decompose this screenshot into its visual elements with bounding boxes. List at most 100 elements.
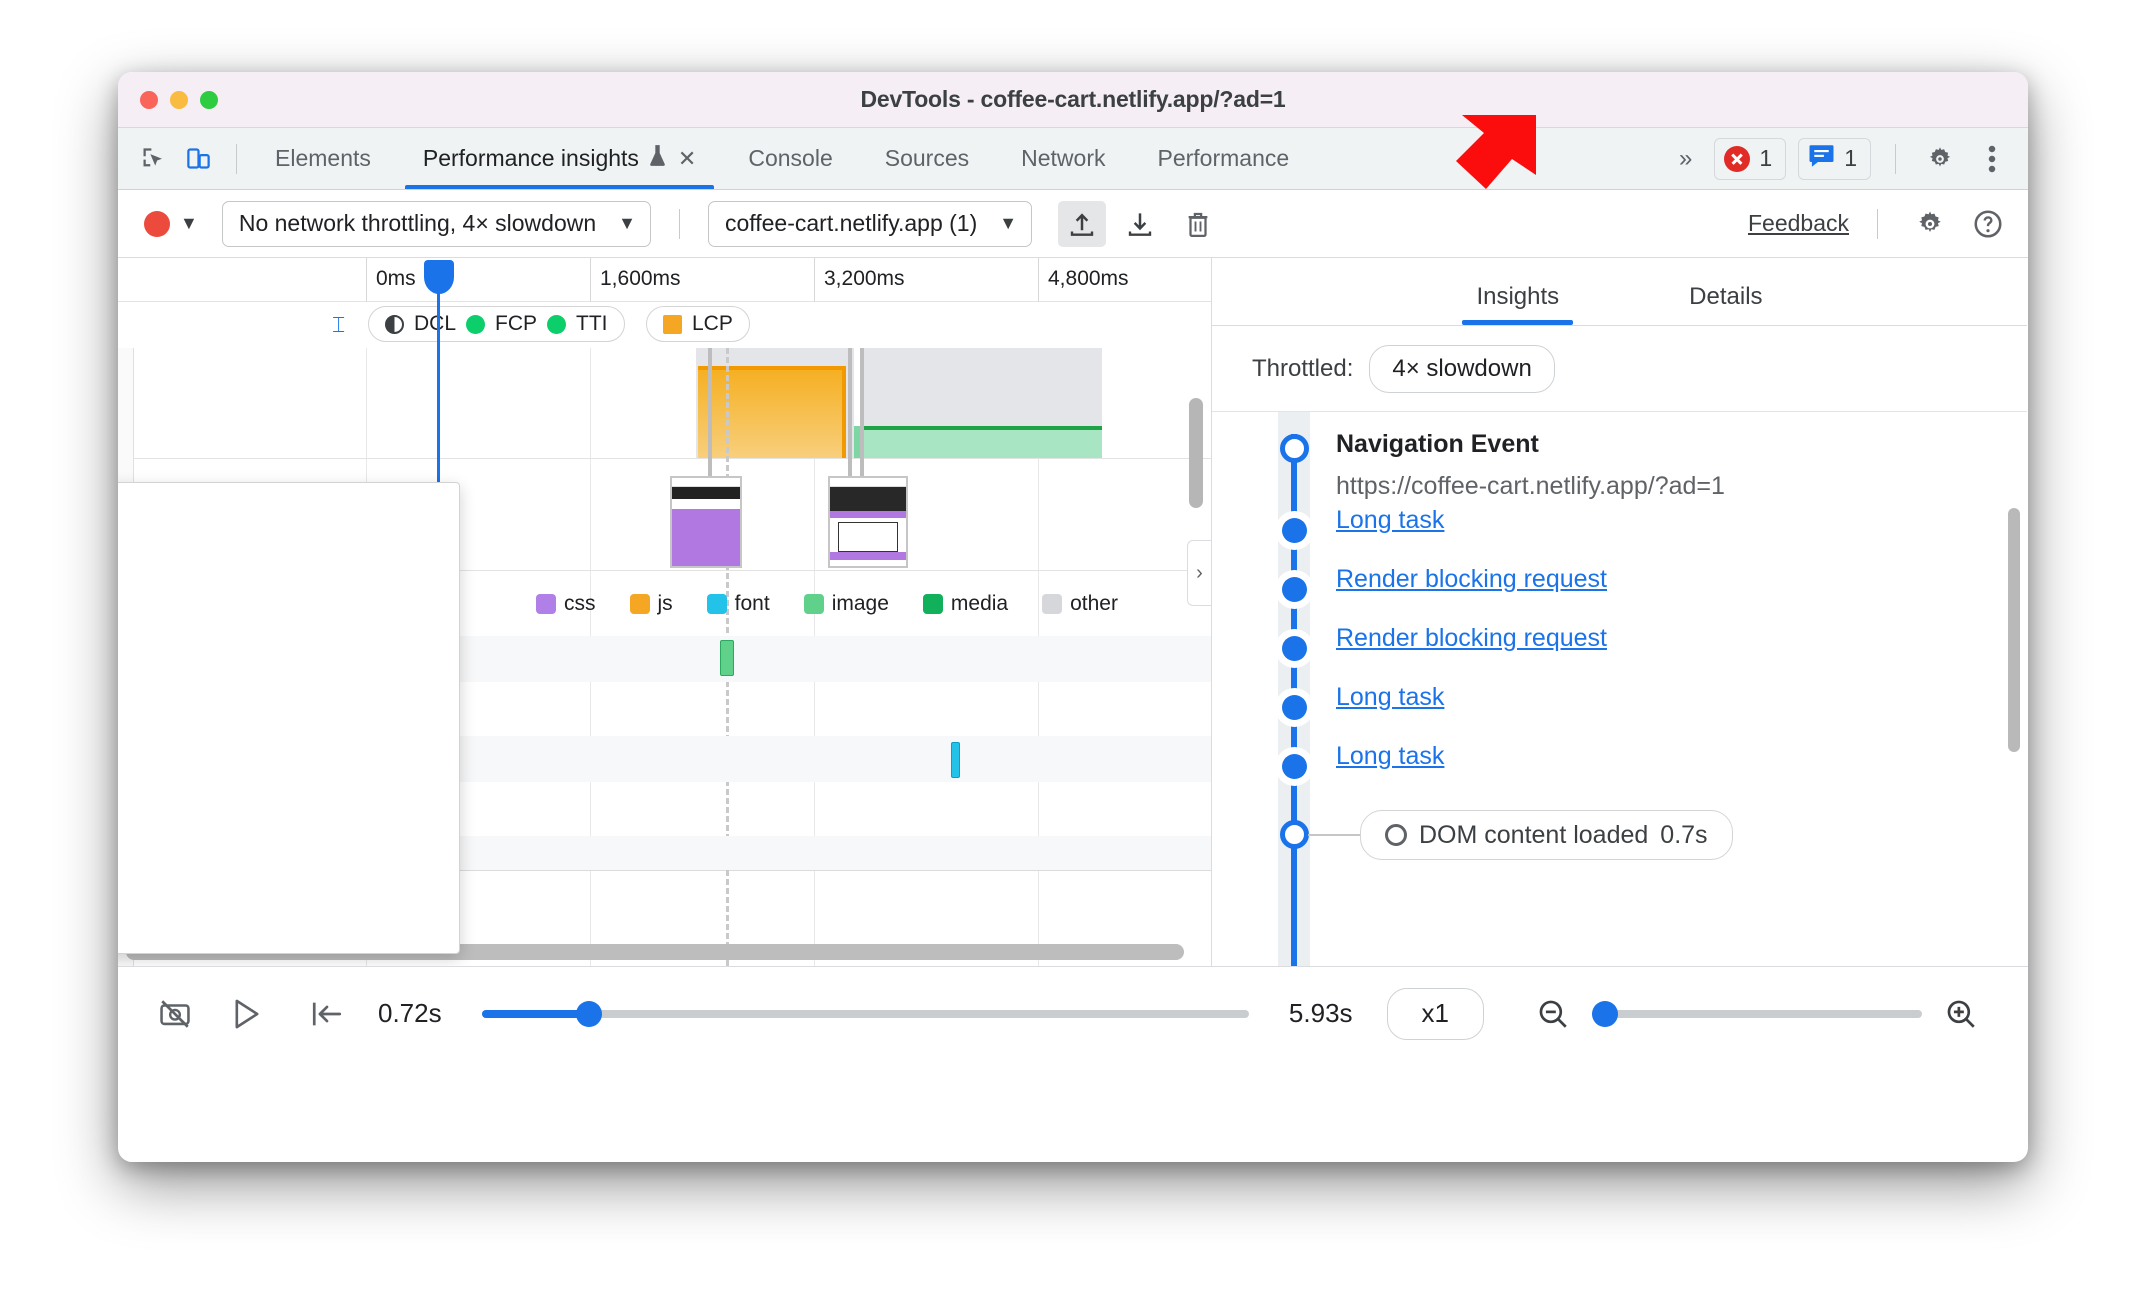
kebab-menu-icon[interactable] (1972, 139, 2012, 179)
insight-node-icon[interactable] (1282, 695, 1307, 720)
navigation-node-icon[interactable] (1280, 434, 1309, 463)
filmstrip-thumbnail[interactable] (670, 476, 742, 568)
ruler-tick: 0ms (366, 258, 590, 302)
tab-list: Elements Performance insights ✕ Console … (249, 128, 1315, 189)
sidebar-tab-list: Insights Details (1212, 258, 2027, 326)
time-range-slider[interactable] (481, 1000, 1249, 1027)
message-count-badge[interactable]: 1 (1798, 137, 1871, 180)
error-count-badge[interactable]: 1 (1714, 137, 1787, 180)
ruler-tick: 4,800ms (1038, 258, 1198, 302)
slider-knob[interactable] (575, 1000, 602, 1027)
playback-speed-chip[interactable]: x1 (1386, 987, 1484, 1040)
tab-details-label: Details (1689, 283, 1763, 310)
play-triangle-icon[interactable] (204, 998, 290, 1030)
traffic-light-group (140, 90, 218, 109)
legend-item-js: js (629, 592, 673, 616)
insight-link-long-task-1[interactable]: Long task (1336, 506, 1444, 535)
lcp-candidate-block[interactable] (698, 366, 846, 458)
marker-group-lcp[interactable]: LCP (646, 306, 750, 342)
performance-toolbar: ▼ No network throttling, 4× slowdown ▼ c… (118, 190, 2028, 258)
legend-label-other: other (1070, 592, 1118, 615)
slider-fill (481, 1009, 586, 1018)
marker-group-dcl-fcp-tti[interactable]: DCL FCP TTI (368, 306, 625, 342)
navigation-event-title: Navigation Event (1336, 430, 1539, 458)
origin-select-value: coffee-cart.netlify.app (1) (724, 210, 978, 236)
download-export-icon[interactable] (1116, 201, 1164, 247)
trash-icon[interactable] (1174, 201, 1222, 247)
image-swatch-icon (803, 594, 824, 614)
filmstrip-thumbnail[interactable] (828, 476, 908, 568)
chip-connector (1308, 834, 1362, 836)
toolbar-divider-1 (678, 208, 680, 239)
zoom-slider[interactable] (1592, 1000, 1922, 1027)
maximize-window-button[interactable] (200, 90, 218, 109)
insight-link-render-blocking-1[interactable]: Render blocking request (1336, 565, 1607, 594)
insight-node-icon[interactable] (1282, 577, 1307, 602)
tab-insights[interactable]: Insights (1462, 283, 1573, 325)
tab-network-label: Network (1021, 145, 1106, 171)
zoom-in-icon[interactable] (1922, 997, 2000, 1031)
legend-label-image: image (831, 592, 889, 615)
screenshot-off-icon[interactable] (146, 997, 204, 1031)
insight-node-icon[interactable] (1282, 754, 1307, 779)
marker-label-fcp: FCP (495, 312, 538, 335)
tab-performance-insights[interactable]: Performance insights ✕ (397, 128, 722, 189)
tab-details[interactable]: Details (1689, 283, 1762, 325)
jump-to-start-icon[interactable] (290, 999, 364, 1029)
insight-link-long-task-2[interactable]: Long task (1336, 683, 1444, 712)
network-request-bar-font[interactable] (951, 742, 960, 778)
marker-label-lcp: LCP (692, 312, 733, 335)
dcl-half-circle-icon (385, 314, 404, 334)
inspect-element-icon[interactable] (132, 139, 172, 179)
main-split: 0ms 1,600ms 3,200ms 4,800ms ⌶ DCL FCP TT… (118, 258, 2028, 966)
record-circle-icon[interactable] (144, 210, 170, 237)
dom-content-loaded-label: DOM content loaded (1419, 820, 1649, 849)
tab-network[interactable]: Network (995, 128, 1131, 189)
zoom-slider-knob[interactable] (1592, 1000, 1618, 1027)
chevron-double-right-icon[interactable]: » (1669, 145, 1702, 173)
timeline-pane[interactable]: 0ms 1,600ms 3,200ms 4,800ms ⌶ DCL FCP TT… (118, 258, 1212, 966)
tab-sources[interactable]: Sources (859, 128, 995, 189)
font-swatch-icon (706, 594, 727, 614)
network-request-bar-image[interactable] (720, 640, 734, 676)
close-icon[interactable]: ✕ (678, 146, 696, 172)
insight-link-render-blocking-2[interactable]: Render blocking request (1336, 624, 1607, 653)
gear-icon[interactable] (1906, 201, 1954, 247)
minimize-window-button[interactable] (170, 90, 188, 109)
sidebar-scrollbar[interactable] (2008, 508, 2020, 752)
legend-label-js: js (657, 592, 673, 615)
legend-item-font: font (706, 592, 770, 616)
timeline-marker-row: ⌶ DCL FCP TTI LCP (118, 302, 1211, 348)
tabstrip-divider (236, 143, 237, 174)
record-dropdown-caret-icon[interactable]: ▼ (180, 213, 198, 234)
timeline-vertical-scrollbar[interactable] (1189, 398, 1203, 508)
tab-elements[interactable]: Elements (249, 128, 397, 189)
message-count-label: 1 (1844, 145, 1857, 171)
insight-link-long-task-3[interactable]: Long task (1336, 742, 1444, 771)
sidebar-collapse-handle[interactable]: › (1187, 540, 1211, 606)
close-window-button[interactable] (140, 90, 158, 109)
legend-label-css: css (564, 592, 596, 615)
upload-import-icon[interactable] (1058, 200, 1107, 247)
message-bubble-icon (1808, 144, 1835, 173)
tti-circle-icon (547, 314, 567, 334)
device-toolbar-icon[interactable] (178, 139, 218, 179)
origin-select[interactable]: coffee-cart.netlify.app (1) ▼ (707, 200, 1033, 247)
gear-icon[interactable] (1920, 139, 1960, 179)
dom-content-loaded-chip[interactable]: DOM content loaded 0.7s (1360, 810, 1733, 860)
tab-performance[interactable]: Performance (1131, 128, 1315, 189)
insight-timeline-list[interactable]: Navigation Event https://coffee-cart.net… (1212, 412, 2027, 966)
tab-console[interactable]: Console (722, 128, 858, 189)
ring-icon (1385, 824, 1407, 846)
timeline-ruler[interactable]: 0ms 1,600ms 3,200ms 4,800ms (118, 258, 1211, 302)
feedback-link[interactable]: Feedback (1748, 210, 1849, 237)
help-circle-icon[interactable] (1964, 201, 2012, 247)
zoom-out-icon[interactable] (1514, 997, 1592, 1031)
layout-shift-block[interactable] (860, 426, 1102, 458)
error-count-label: 1 (1759, 145, 1773, 171)
dom-content-loaded-node-icon[interactable] (1280, 820, 1309, 849)
insight-node-icon[interactable] (1282, 518, 1307, 543)
insight-node-icon[interactable] (1282, 636, 1307, 661)
throttling-select[interactable]: No network throttling, 4× slowdown ▼ (221, 200, 651, 247)
marker-label-tti: TTI (576, 312, 608, 335)
